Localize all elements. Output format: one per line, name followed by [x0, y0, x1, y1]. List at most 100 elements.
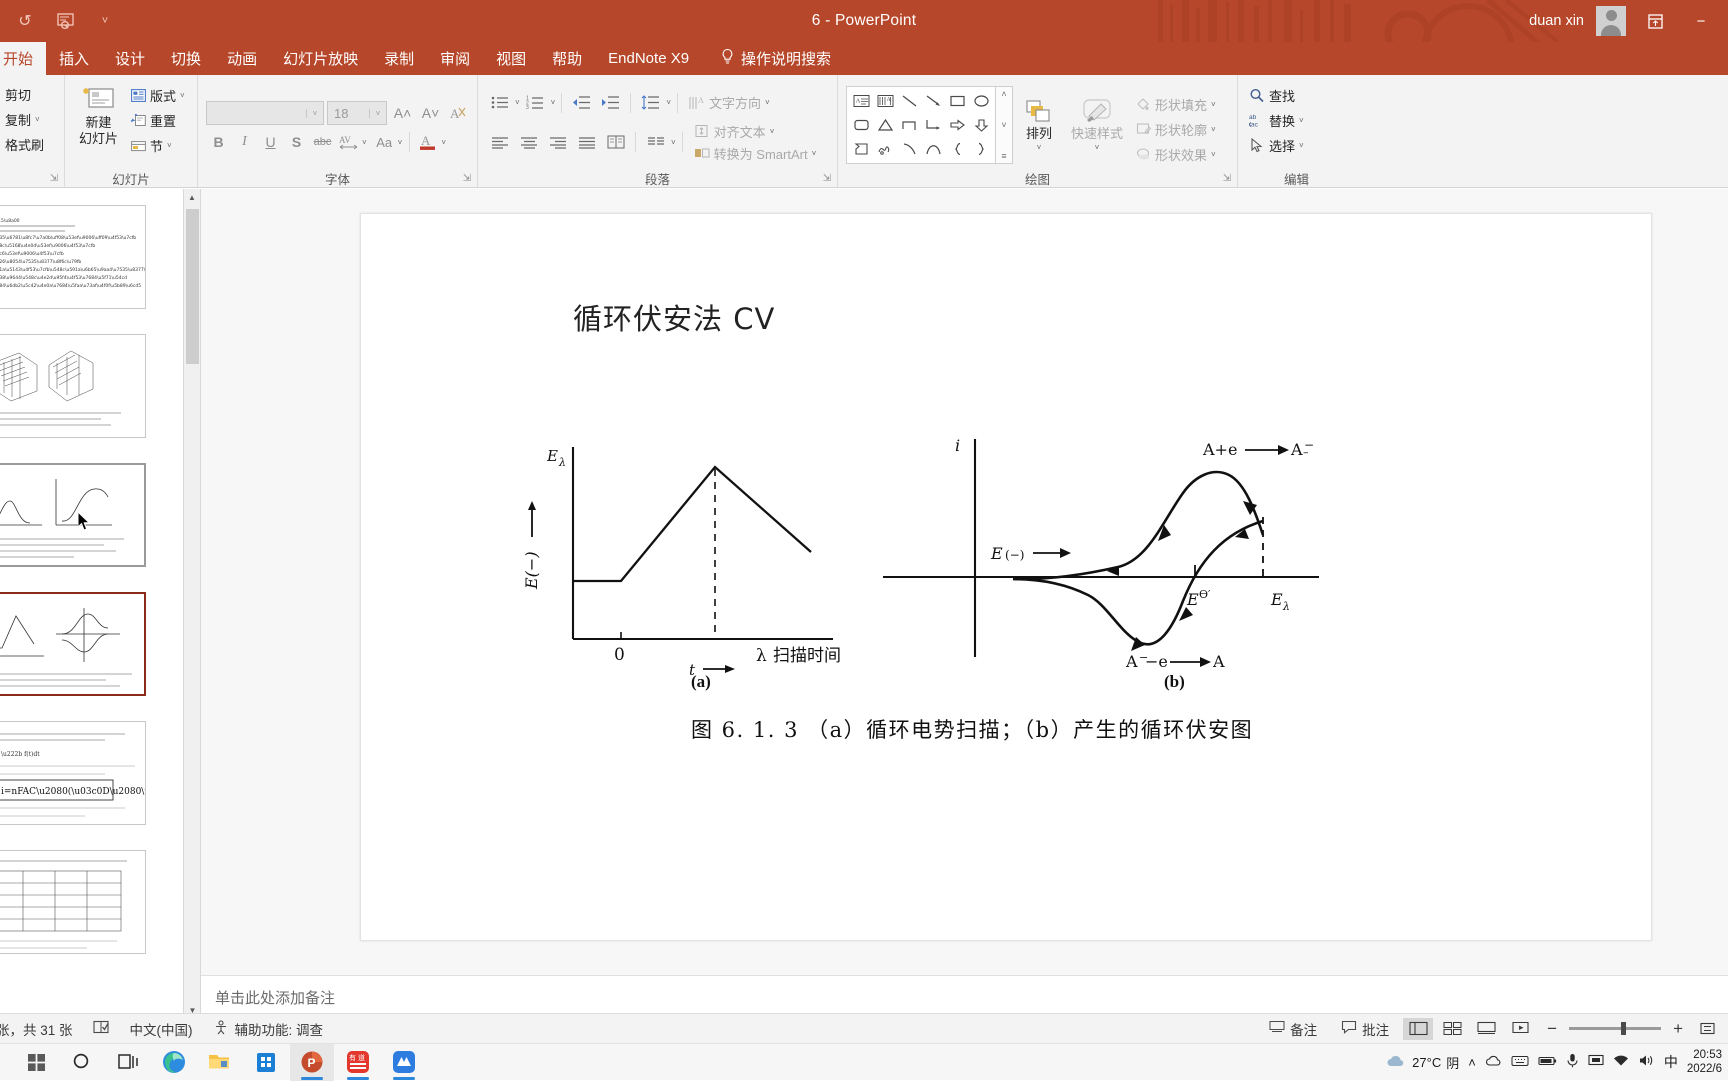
- display-icon[interactable]: [1588, 1054, 1604, 1070]
- character-spacing-button[interactable]: AV: [336, 130, 361, 154]
- chevron-down-icon[interactable]: ˅: [770, 127, 775, 136]
- zoom-slider-knob[interactable]: [1621, 1022, 1626, 1035]
- chevron-down-icon[interactable]: ˅: [666, 98, 671, 107]
- shape-fill-button[interactable]: 形状填充 ˅: [1131, 93, 1221, 116]
- grow-font-button[interactable]: A˄: [390, 101, 415, 125]
- format-painter-button[interactable]: 格式刷: [0, 133, 49, 156]
- shrink-font-button[interactable]: A˅: [418, 101, 443, 125]
- line-icon[interactable]: [897, 89, 921, 113]
- text-direction-button[interactable]: A 文字方向 ˅: [684, 91, 775, 114]
- right-arrow-icon[interactable]: [945, 113, 969, 137]
- arrow-icon[interactable]: [921, 89, 945, 113]
- start-icon[interactable]: [14, 1044, 58, 1081]
- rounded-rect-icon[interactable]: [849, 113, 873, 137]
- slide-sorter-view-button[interactable]: [1437, 1018, 1467, 1040]
- chevron-down-icon[interactable]: ˅: [362, 138, 367, 147]
- tab-help[interactable]: 帮助: [539, 42, 595, 75]
- tab-review[interactable]: 审阅: [427, 42, 483, 75]
- arrange-button[interactable]: 排列 ˅: [1015, 94, 1063, 155]
- freeform-scribble-icon[interactable]: [873, 137, 897, 161]
- figure-a-cyclic-potential-sweep[interactable]: E λ E(−) 0 t λ 扫描时间: [511, 429, 871, 679]
- triangle-icon[interactable]: [873, 113, 897, 137]
- paragraph-dialog-launcher-icon[interactable]: ⇲: [823, 173, 831, 184]
- avatar[interactable]: [1596, 6, 1626, 36]
- italic-button[interactable]: I: [232, 130, 257, 154]
- tab-design[interactable]: 设计: [102, 42, 158, 75]
- chevron-down-icon[interactable]: ˅: [167, 141, 172, 150]
- chevron-down-icon[interactable]: ˅: [369, 109, 386, 118]
- vertical-textbox-icon[interactable]: A: [873, 89, 897, 113]
- taskbar-apps[interactable]: P 有道: [0, 1044, 426, 1081]
- chevron-down-icon[interactable]: ˅: [1001, 120, 1006, 130]
- clear-formatting-button[interactable]: A: [446, 101, 471, 125]
- chevron-down-icon[interactable]: ˅: [398, 138, 403, 147]
- chevron-down-icon[interactable]: ˅: [812, 149, 817, 158]
- ime-indicator[interactable]: 中: [1664, 1052, 1678, 1072]
- oval-icon[interactable]: [969, 89, 993, 113]
- comments-toggle-button[interactable]: 批注: [1331, 1019, 1399, 1039]
- new-slide-button[interactable]: 新建 幻灯片: [71, 79, 126, 151]
- slideshow-view-button[interactable]: [1505, 1018, 1535, 1040]
- figure-b-cyclic-voltammogram[interactable]: i E (−) A+: [883, 429, 1353, 679]
- notes-toggle-button[interactable]: 备注: [1259, 1019, 1327, 1039]
- onedrive-cloud-icon[interactable]: [1485, 1054, 1502, 1070]
- tab-insert[interactable]: 插入: [46, 42, 102, 75]
- tab-transitions[interactable]: 切换: [158, 42, 214, 75]
- down-arrow-icon[interactable]: [969, 113, 993, 137]
- slide-thumbnail-panel[interactable]: 1 \u5f15\u8a00 2 \u7535\u6781\u8fc7\u7a0…: [0, 189, 184, 1019]
- drawing-dialog-launcher-icon[interactable]: ⇲: [1223, 173, 1231, 184]
- chevron-down-icon[interactable]: ˅: [1211, 125, 1216, 134]
- elbow-arrow-connector-icon[interactable]: [921, 113, 945, 137]
- account-name[interactable]: duan xin: [1529, 13, 1584, 29]
- tab-animations[interactable]: 动画: [214, 42, 270, 75]
- slide-editing-area[interactable]: 循环伏安法 CV E λ E(−) 0 t: [201, 189, 1728, 1019]
- line-spacing-button[interactable]: [637, 91, 664, 115]
- powerpoint-icon[interactable]: P: [290, 1044, 334, 1081]
- chevron-down-icon[interactable]: ˅: [551, 98, 556, 107]
- curve-icon[interactable]: [897, 137, 921, 161]
- font-color-button[interactable]: A: [415, 130, 440, 154]
- slide-canvas[interactable]: 循环伏安法 CV E λ E(−) 0 t: [360, 213, 1652, 941]
- volume-icon[interactable]: [1638, 1054, 1655, 1070]
- more-shapes-icon[interactable]: ≡: [1001, 151, 1006, 161]
- ribbon-display-options-icon[interactable]: [1638, 6, 1672, 36]
- chevron-down-icon[interactable]: ˅: [1037, 143, 1042, 153]
- reading-view-button[interactable]: [1471, 1018, 1501, 1040]
- shapes-gallery[interactable]: A A: [844, 83, 1015, 167]
- show-hidden-icons-icon[interactable]: ˄: [1468, 1055, 1476, 1070]
- chevron-down-icon[interactable]: ˅: [1211, 150, 1216, 159]
- task-view-icon[interactable]: [106, 1044, 150, 1081]
- select-button[interactable]: 选择 ˅: [1244, 134, 1309, 157]
- minimize-button[interactable]: −: [1684, 6, 1718, 36]
- scrollbar-thumb[interactable]: [186, 209, 199, 364]
- fit-to-window-button[interactable]: [1695, 1021, 1720, 1036]
- clipboard-dialog-launcher-icon[interactable]: ⇲: [50, 173, 58, 184]
- shape-effects-button[interactable]: 形状效果 ˅: [1131, 143, 1221, 166]
- microphone-icon[interactable]: [1566, 1053, 1579, 1071]
- tab-record[interactable]: 录制: [371, 42, 427, 75]
- chevron-down-icon[interactable]: ˅: [671, 138, 676, 147]
- spellcheck-button[interactable]: [83, 1020, 120, 1038]
- columns-button[interactable]: [602, 130, 629, 154]
- zoom-in-button[interactable]: +: [1665, 1019, 1691, 1039]
- search-icon[interactable]: [60, 1044, 104, 1081]
- shapes-scrollbar[interactable]: ˄ ˅ ≡: [996, 86, 1013, 164]
- zoom-out-button[interactable]: −: [1539, 1019, 1565, 1039]
- battery-icon[interactable]: [1538, 1055, 1557, 1070]
- microsoft-store-icon[interactable]: [244, 1044, 288, 1081]
- find-button[interactable]: 查找: [1244, 84, 1309, 107]
- text-columns-button[interactable]: [642, 130, 669, 154]
- list-item[interactable]: [0, 463, 146, 567]
- zoom-slider[interactable]: [1569, 1027, 1661, 1030]
- chevron-down-icon[interactable]: ˅: [35, 115, 40, 124]
- chevron-down-icon[interactable]: ˅: [1211, 100, 1216, 109]
- system-tray[interactable]: 27°C 阴 ˄ 中 20:53 2022/6: [1385, 1048, 1722, 1077]
- chevron-down-icon[interactable]: ˅: [1299, 141, 1304, 150]
- textbox-icon[interactable]: A: [849, 89, 873, 113]
- elbow-connector-icon[interactable]: [897, 113, 921, 137]
- cut-button[interactable]: 剪切: [0, 83, 49, 106]
- bullets-button[interactable]: [486, 91, 513, 115]
- chevron-down-icon[interactable]: ˅: [180, 91, 185, 100]
- flowchart-icon[interactable]: [849, 137, 873, 161]
- justify-button[interactable]: [573, 130, 600, 154]
